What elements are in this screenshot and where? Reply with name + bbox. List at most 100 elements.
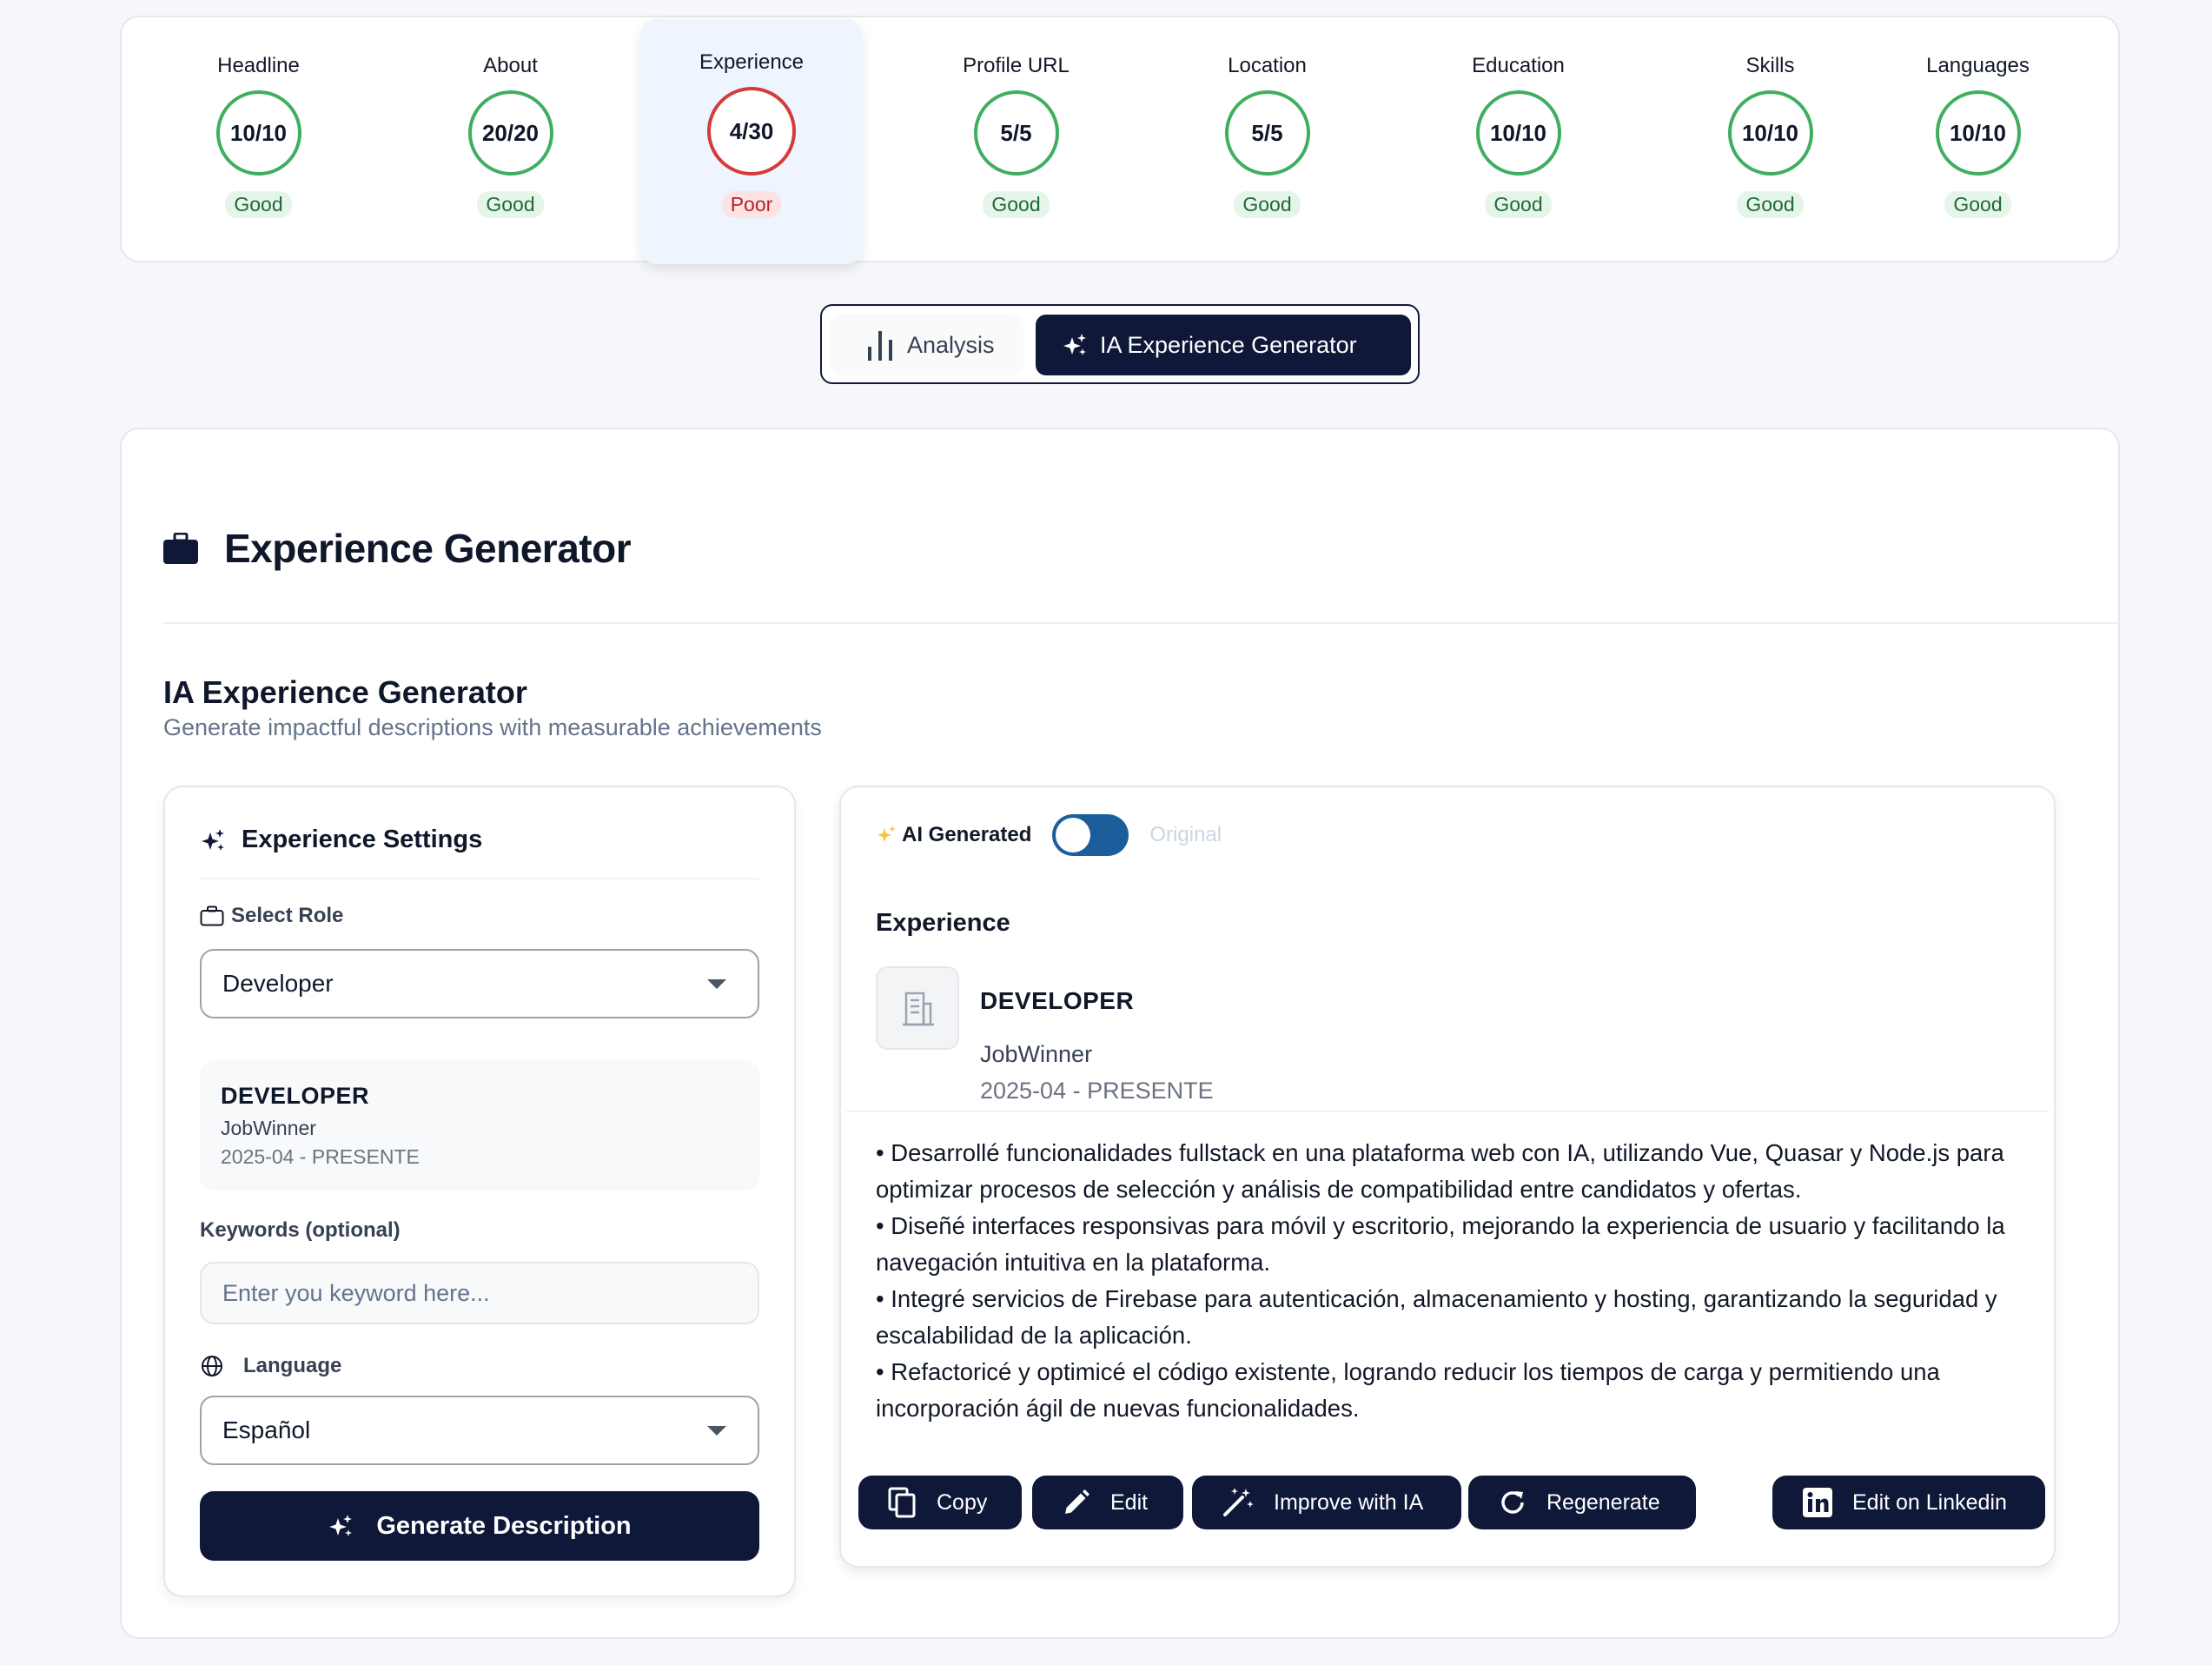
sparkles-icon [202, 828, 224, 851]
briefcase-icon [163, 533, 198, 564]
score-ring: 4/30 [707, 87, 796, 176]
sparkles-icon [329, 1515, 353, 1536]
edit-button[interactable]: Edit [1032, 1476, 1183, 1529]
keywords-label: Keywords (optional) [200, 1218, 401, 1243]
score-label: Education [1472, 54, 1565, 77]
globe-icon [202, 1356, 222, 1376]
score-label: About [483, 54, 538, 77]
select-role-text: Select Role [231, 904, 344, 927]
language-label: Language [200, 1354, 341, 1378]
status-badge: Good [225, 191, 292, 218]
score-item-location[interactable]: Location 5/5 Good [1156, 17, 1378, 264]
score-label: Experience [699, 50, 805, 74]
description-bullet: • Desarrollé funcionalidades fullstack e… [876, 1139, 2004, 1203]
score-ring: 10/10 [1475, 90, 1561, 176]
tab-ia-experience-generator[interactable]: IA Experience Generator [1036, 315, 1411, 375]
generate-button-label: Generate Description [376, 1511, 632, 1540]
copy-button[interactable]: Copy [858, 1476, 1022, 1529]
score-label: Headline [217, 54, 300, 77]
score-item-profile-url[interactable]: Profile URL 5/5 Good [905, 17, 1127, 264]
sparkle-icon [878, 826, 896, 842]
refresh-icon [1501, 1491, 1524, 1514]
section-title: IA Experience Generator [163, 674, 527, 710]
description-bullet: • Integré servicios de Firebase para aut… [876, 1285, 1997, 1349]
card-header: Experience Generator [163, 525, 632, 572]
sparkles-icon [1063, 334, 1086, 355]
original-label[interactable]: Original [1149, 823, 1222, 847]
settings-title: Experience Settings [242, 826, 483, 853]
score-item-languages[interactable]: Languages 10/10 Good [1867, 17, 2089, 264]
score-ring: 10/10 [215, 90, 301, 176]
briefcase-outline-icon [200, 905, 224, 926]
status-badge: Good [1944, 191, 2011, 218]
chevron-down-icon [707, 1426, 726, 1436]
chevron-down-icon [707, 979, 726, 989]
role-dates: 2025-04 - PRESENTE [221, 1145, 420, 1168]
description-bullet: • Refactoricé y optimicé el código exist… [876, 1358, 1940, 1422]
page-title: Experience Generator [224, 526, 632, 571]
regenerate-button[interactable]: Regenerate [1468, 1476, 1696, 1529]
language-select[interactable]: Español [200, 1396, 759, 1465]
description-bullet: • Diseñé interfaces responsivas para móv… [876, 1212, 2005, 1276]
ai-original-toggle[interactable] [1052, 814, 1129, 856]
role-summary-card: DEVELOPER JobWinner 2025-04 - PRESENTE [200, 1060, 759, 1191]
role-company: JobWinner [221, 1117, 316, 1139]
language-label-text: Language [243, 1354, 342, 1377]
edit-on-linkedin-button[interactable]: Edit on Linkedin [1772, 1476, 2045, 1529]
improve-label: Improve with IA [1274, 1489, 1424, 1515]
role-title: DEVELOPER [221, 1083, 370, 1109]
experience-company: JobWinner [980, 1041, 1093, 1067]
bar-chart-icon [868, 331, 892, 361]
section-subtitle: Generate impactful descriptions with mea… [163, 714, 822, 740]
experience-heading: Experience [876, 909, 1010, 937]
select-role-label: Select Role [200, 904, 343, 928]
building-icon [903, 992, 934, 1026]
action-bar: Copy Edit Improve with IA Regenerate Edi… [858, 1476, 2045, 1531]
pencil-icon [1065, 1489, 1089, 1514]
generated-output-panel: AI Generated Original Experience DEVELOP… [839, 786, 2056, 1568]
divider [200, 878, 759, 879]
tab-analysis[interactable]: Analysis [831, 315, 1023, 375]
copy-icon [888, 1487, 916, 1518]
edit-label: Edit [1110, 1489, 1149, 1515]
generated-description: • Desarrollé funcionalidades fullstack e… [876, 1135, 2040, 1427]
improve-with-ia-button[interactable]: Improve with IA [1192, 1476, 1461, 1529]
score-strip: Headline 10/10 Good About 20/20 Good Exp… [120, 16, 2120, 264]
score-label: Languages [1926, 54, 2030, 77]
linkedin-icon [1803, 1488, 1832, 1517]
copy-label: Copy [937, 1489, 988, 1515]
experience-dates: 2025-04 - PRESENTE [980, 1078, 1214, 1104]
score-label: Profile URL [963, 54, 1070, 77]
language-select-value: Español [222, 1416, 311, 1443]
score-item-about[interactable]: About 20/20 Good [400, 17, 621, 264]
score-item-headline[interactable]: Headline 10/10 Good [148, 17, 369, 264]
generate-description-button[interactable]: Generate Description [200, 1491, 759, 1561]
status-badge: Good [1737, 191, 1804, 218]
keywords-input[interactable] [200, 1262, 759, 1324]
role-select-value: Developer [222, 970, 334, 997]
score-item-skills[interactable]: Skills 10/10 Good [1659, 17, 1881, 264]
score-item-experience[interactable]: Experience 4/30 Poor [641, 19, 862, 264]
status-badge: Good [983, 191, 1050, 218]
score-item-education[interactable]: Education 10/10 Good [1407, 17, 1629, 264]
status-badge: Good [1485, 191, 1552, 218]
score-ring: 5/5 [973, 90, 1059, 176]
experience-role: DEVELOPER [980, 987, 1135, 1014]
role-select[interactable]: Developer [200, 949, 759, 1018]
ai-generated-label: AI Generated [902, 823, 1032, 846]
magic-wand-icon [1223, 1488, 1254, 1516]
keywords-label-text: Keywords (optional) [200, 1218, 401, 1242]
tab-analysis-label: Analysis [907, 331, 995, 358]
company-logo [876, 966, 959, 1050]
version-toggle-row: AI Generated Original [876, 813, 1222, 857]
score-ring: 10/10 [1727, 90, 1813, 176]
status-badge: Good [1234, 191, 1301, 218]
divider [163, 622, 2118, 624]
regenerate-label: Regenerate [1546, 1489, 1660, 1515]
toggle-knob [1056, 818, 1091, 852]
tab-generator-label: IA Experience Generator [1100, 331, 1357, 358]
status-badge: Good [477, 191, 544, 218]
score-ring: 10/10 [1935, 90, 2021, 176]
score-label: Skills [1745, 54, 1795, 77]
view-tabs: Analysis IA Experience Generator [820, 304, 1420, 384]
